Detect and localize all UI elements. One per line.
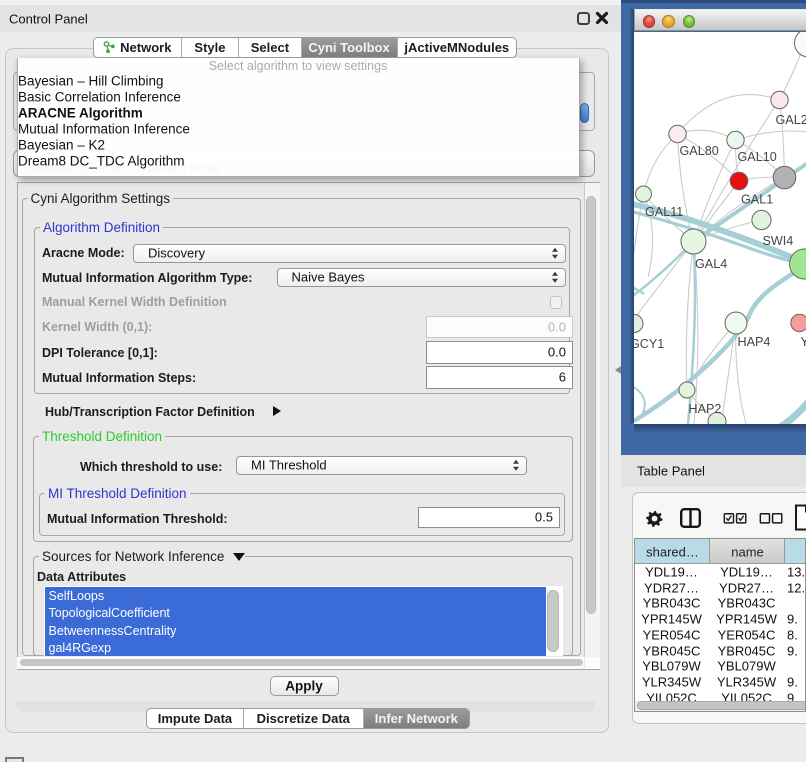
svg-text:HAP2: HAP2 (688, 402, 721, 416)
svg-text:HAP4: HAP4 (737, 335, 770, 349)
svg-text:GCY1: GCY1 (634, 337, 664, 351)
svg-text:GAL2: GAL2 (775, 113, 806, 127)
svg-text:GAL1: GAL1 (741, 192, 773, 206)
svg-text:GAL80: GAL80 (679, 144, 718, 158)
svg-text:Y: Y (800, 335, 806, 349)
svg-text:GAL11: GAL11 (645, 205, 683, 219)
svg-text:GAL4: GAL4 (695, 257, 727, 271)
svg-text:SWI4: SWI4 (762, 234, 793, 248)
svg-text:GAL10: GAL10 (737, 150, 776, 164)
